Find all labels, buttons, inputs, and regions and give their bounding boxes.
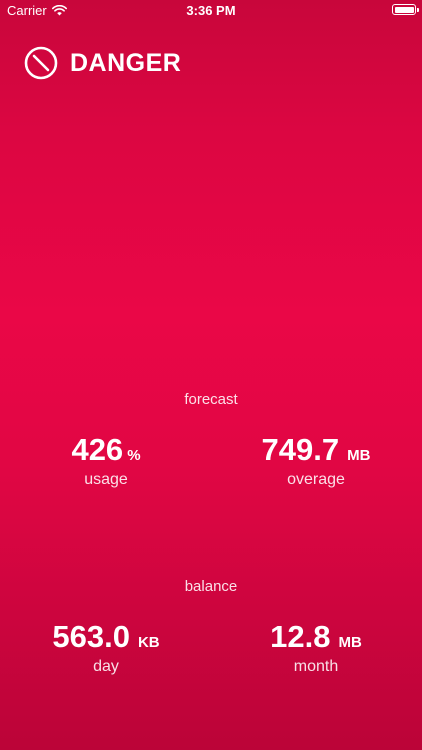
forecast-label: forecast (184, 391, 238, 408)
balance-label: balance (184, 578, 238, 595)
overage-unit: MB (347, 447, 371, 464)
overage-metric: 749.7 MB overage (226, 434, 406, 489)
usage-caption: usage (84, 471, 128, 488)
status-time: 3:36 PM (186, 3, 236, 18)
battery-icon (392, 4, 419, 15)
overage-caption: overage (287, 471, 345, 488)
prohibited-icon (24, 46, 58, 80)
usage-value: 426 (71, 432, 124, 467)
usage-unit: % (127, 447, 141, 464)
month-unit: MB (338, 634, 362, 651)
usage-metric: 426% usage (16, 434, 196, 489)
day-value: 563.0 (52, 619, 130, 654)
day-metric: 563.0 KB day (16, 621, 196, 676)
status-right (392, 4, 419, 15)
header: DANGER (24, 46, 181, 80)
status-bar: Carrier 3:36 PM (0, 0, 422, 22)
month-metric: 12.8 MB month (226, 621, 406, 676)
day-caption: day (93, 658, 119, 675)
overage-value: 749.7 (261, 432, 340, 467)
status-title: DANGER (70, 48, 182, 77)
day-unit: KB (137, 634, 160, 651)
month-caption: month (293, 658, 339, 675)
month-value: 12.8 (270, 619, 331, 654)
